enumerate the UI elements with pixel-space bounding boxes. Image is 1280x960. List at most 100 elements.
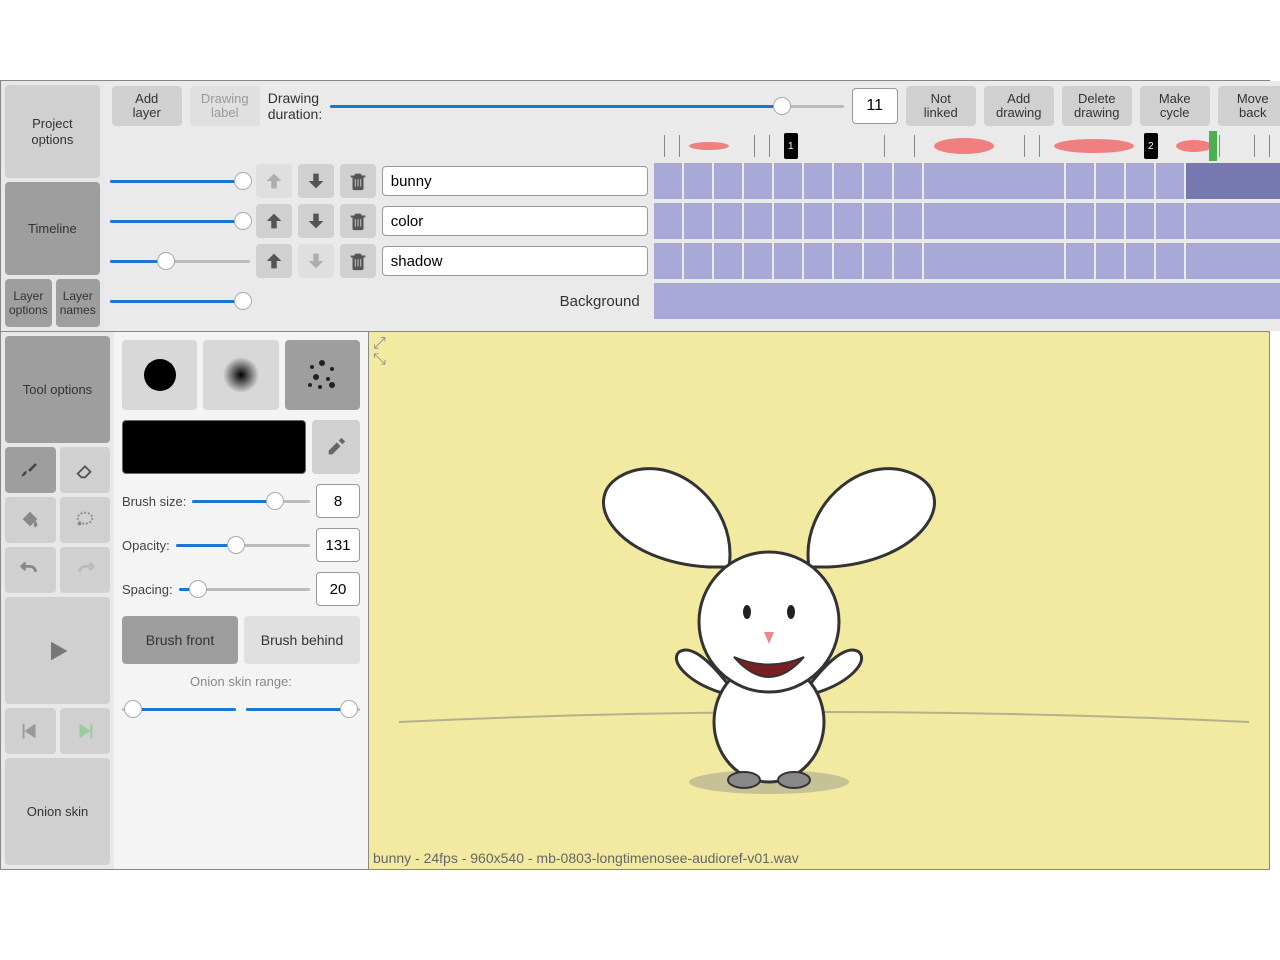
frame-cell[interactable] [924,163,1064,199]
redo-button[interactable] [60,547,111,593]
background-frame-strip[interactable] [654,283,1280,319]
frame-cell[interactable] [804,203,832,239]
spacing-input[interactable] [316,572,360,606]
frame-cell[interactable] [654,203,682,239]
frame-cell[interactable] [894,243,922,279]
brush-tool-button[interactable] [5,447,56,493]
undo-button[interactable] [5,547,56,593]
frame-cell[interactable] [654,163,682,199]
brush-preset-hard[interactable] [122,340,197,410]
layer-opacity-slider[interactable] [110,211,250,231]
move-layer-up-button[interactable] [256,204,292,238]
move-layer-up-button[interactable] [256,164,292,198]
frame-cell[interactable] [894,203,922,239]
frame-cell[interactable] [924,243,1064,279]
timeline-marker[interactable]: 1 [784,133,798,159]
frame-cell[interactable] [834,163,862,199]
layer-opacity-slider[interactable] [110,251,250,271]
add-layer-button[interactable]: Add layer [112,86,182,126]
background-opacity-slider[interactable] [110,291,250,311]
delete-layer-button[interactable] [340,204,376,238]
make-cycle-button[interactable]: Make cycle [1140,86,1210,126]
frame-cell[interactable] [864,243,892,279]
frame-cell[interactable] [774,243,802,279]
delete-layer-button[interactable] [340,164,376,198]
move-layer-down-button[interactable] [298,164,334,198]
timeline-marker[interactable]: 2 [1144,133,1158,159]
frame-cell[interactable] [1126,203,1154,239]
opacity-slider[interactable] [176,535,310,555]
frame-row[interactable] [654,201,1280,241]
brush-size-input[interactable] [316,484,360,518]
layer-opacity-slider[interactable] [110,171,250,191]
frame-cell[interactable] [1126,163,1154,199]
frame-cell[interactable] [1096,163,1124,199]
delete-drawing-button[interactable]: Delete drawing [1062,86,1132,126]
frame-cell[interactable] [1156,243,1184,279]
move-back-button[interactable]: Move back [1218,86,1280,126]
lasso-tool-button[interactable] [60,497,111,543]
color-picker-button[interactable] [312,420,360,474]
layer-name-input[interactable] [382,206,648,236]
frame-cell[interactable] [864,163,892,199]
frame-cell[interactable] [684,203,712,239]
frame-cell[interactable] [744,203,772,239]
not-linked-button[interactable]: Not linked [906,86,976,126]
add-drawing-button[interactable]: Add drawing [984,86,1054,126]
frame-cell[interactable] [744,243,772,279]
layer-options-button[interactable]: Layer options [5,279,52,327]
frame-cell[interactable] [684,163,712,199]
playhead-marker[interactable] [1209,131,1217,161]
frame-cell[interactable] [1066,163,1094,199]
frame-cell[interactable] [714,243,742,279]
brush-preset-soft[interactable] [203,340,278,410]
drawing-label-button[interactable]: Drawing label [190,86,260,126]
audio-track[interactable]: 1 2 [654,131,1280,161]
frame-cell[interactable] [834,243,862,279]
project-options-button[interactable]: Project options [5,85,100,178]
layer-name-input[interactable] [382,246,648,276]
frame-cell[interactable] [804,163,832,199]
frame-cell[interactable] [1186,203,1280,239]
frame-cell[interactable] [744,163,772,199]
onion-skin-button[interactable]: Onion skin [5,758,110,865]
spacing-slider[interactable] [179,579,310,599]
frame-cell[interactable] [1096,243,1124,279]
fill-tool-button[interactable] [5,497,56,543]
frame-cell[interactable] [684,243,712,279]
onion-range-before-slider[interactable] [122,699,236,719]
timeline-button[interactable]: Timeline [5,182,100,275]
move-layer-down-button[interactable] [298,204,334,238]
brush-behind-button[interactable]: Brush behind [244,616,360,664]
frame-cell[interactable] [804,243,832,279]
canvas[interactable]: ⤢⤡ [369,332,1269,869]
frame-cell[interactable] [714,203,742,239]
frame-cell[interactable] [1066,243,1094,279]
delete-layer-button[interactable] [340,244,376,278]
play-button[interactable] [5,597,110,704]
frame-cell[interactable] [864,203,892,239]
move-layer-up-button[interactable] [256,244,292,278]
frame-cell[interactable] [924,203,1064,239]
frame-cell[interactable] [1186,163,1280,199]
frame-cell[interactable] [834,203,862,239]
opacity-input[interactable] [316,528,360,562]
prev-frame-button[interactable] [5,708,56,754]
frame-cell[interactable] [654,243,682,279]
tool-options-button[interactable]: Tool options [5,336,110,443]
frame-cell[interactable] [1096,203,1124,239]
frame-cell[interactable] [1126,243,1154,279]
brush-size-slider[interactable] [192,491,310,511]
brush-preset-texture[interactable] [285,340,360,410]
layer-names-button[interactable]: Layer names [56,279,100,327]
brush-front-button[interactable]: Brush front [122,616,238,664]
frame-cell[interactable] [1156,203,1184,239]
frame-row[interactable] [654,241,1280,281]
layer-name-input[interactable] [382,166,648,196]
frame-cell[interactable] [774,163,802,199]
next-frame-button[interactable] [60,708,111,754]
move-layer-down-button[interactable] [298,244,334,278]
frame-cell[interactable] [1156,163,1184,199]
onion-range-after-slider[interactable] [246,699,360,719]
frame-cell[interactable] [1186,243,1280,279]
